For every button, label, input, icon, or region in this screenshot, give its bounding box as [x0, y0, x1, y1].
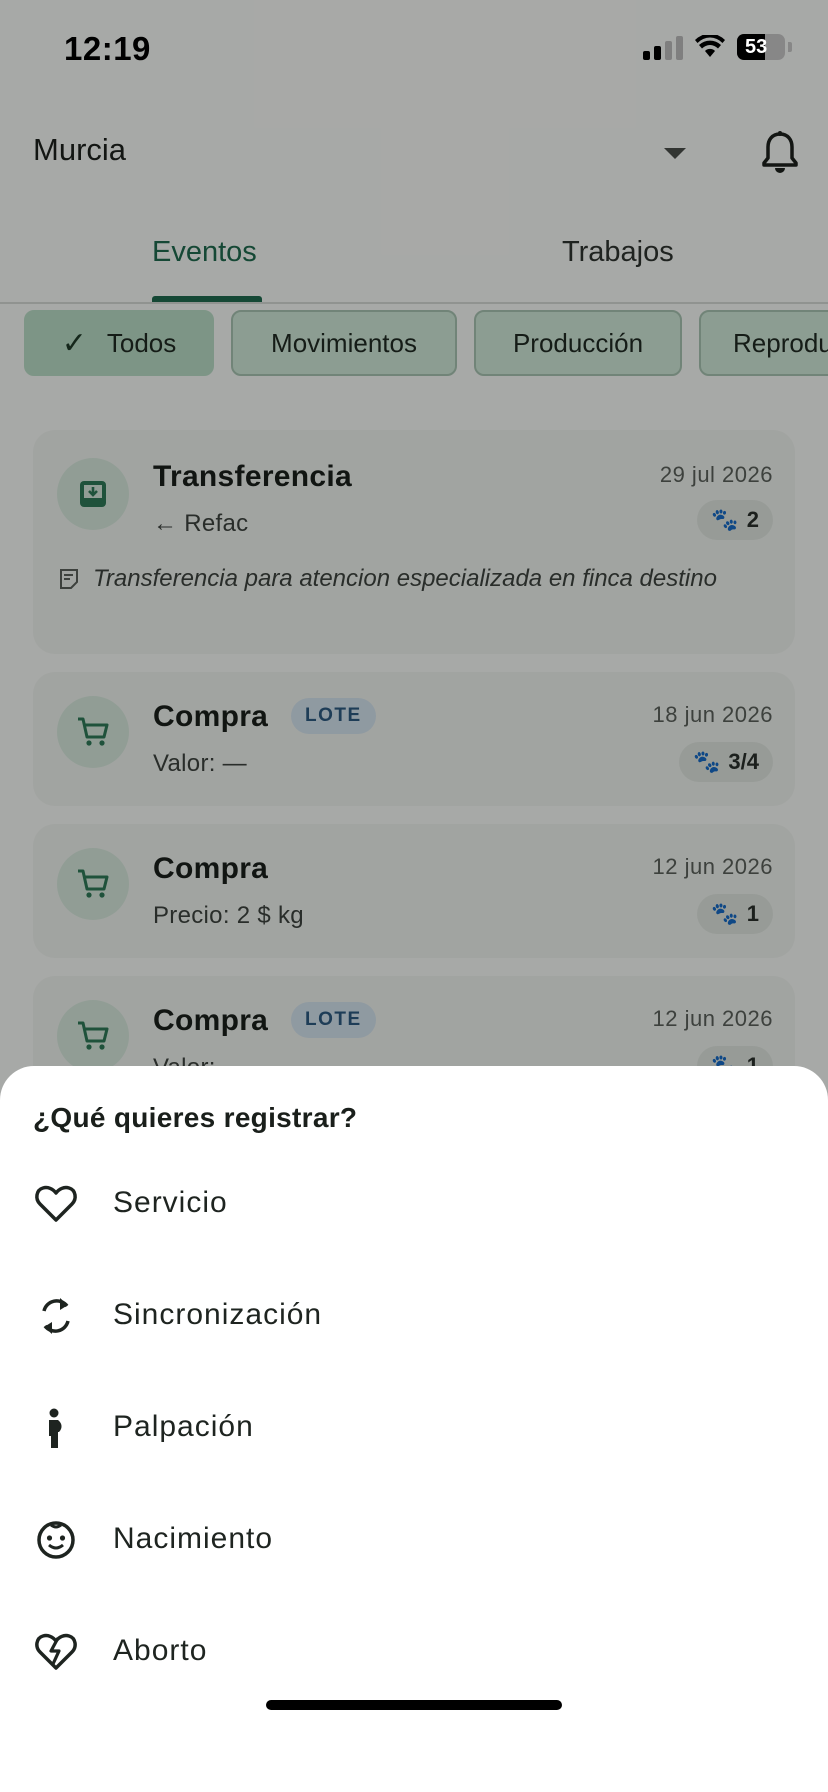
- sheet-item-servicio[interactable]: Servicio: [0, 1154, 828, 1254]
- sheet-item-label: Servicio: [113, 1186, 228, 1219]
- events-screen: 12:19 53 Murcia Eventos Trabajos ✓ Todos…: [0, 0, 828, 1792]
- baby-face-icon: [37, 1521, 75, 1559]
- broken-heart-icon: [35, 1633, 77, 1670]
- register-bottom-sheet: ¿Qué quieres registrar? Servicio Sincron…: [0, 1066, 828, 1792]
- sheet-item-label: Sincronización: [113, 1298, 323, 1331]
- home-indicator[interactable]: [266, 1700, 562, 1710]
- battery-level: 53: [745, 35, 768, 58]
- sheet-item-label: Aborto: [113, 1634, 208, 1667]
- pregnant-icon: [49, 1408, 62, 1448]
- sheet-item-nacimiento[interactable]: Nacimiento: [0, 1490, 828, 1590]
- heart-icon: [35, 1185, 77, 1222]
- sheet-item-aborto[interactable]: Aborto: [0, 1602, 828, 1702]
- sheet-item-sincronizacion[interactable]: Sincronización: [0, 1266, 828, 1366]
- sync-icon: [42, 1298, 70, 1334]
- sheet-item-label: Nacimiento: [113, 1522, 274, 1555]
- sheet-item-label: Palpación: [113, 1410, 254, 1443]
- sheet-title: ¿Qué quieres registrar?: [33, 1102, 358, 1133]
- sheet-item-palpacion[interactable]: Palpación: [0, 1378, 828, 1478]
